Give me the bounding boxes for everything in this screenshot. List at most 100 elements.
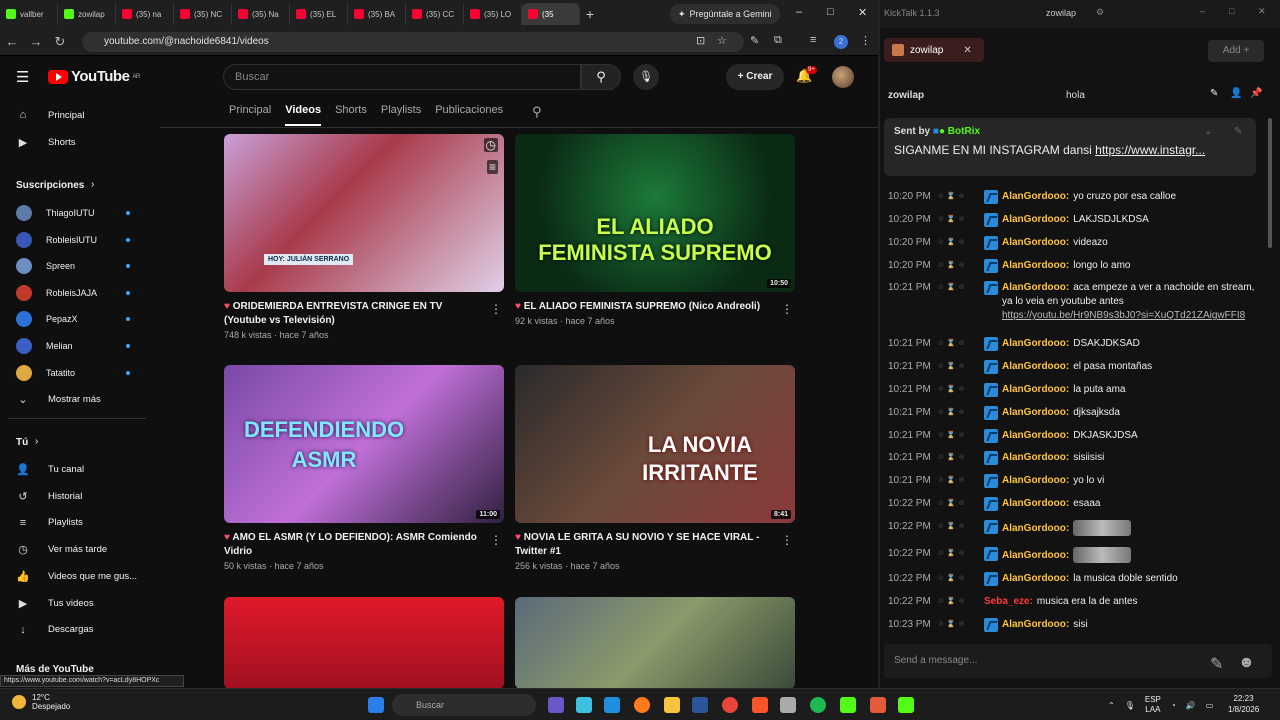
- teams-icon[interactable]: [548, 697, 564, 713]
- chat-username[interactable]: AlanGordooo:: [1002, 191, 1069, 202]
- subscription-item[interactable]: RobleisJAJA: [16, 284, 146, 301]
- channel-tab-zowilap[interactable]: zowilap ✕: [884, 38, 984, 62]
- sidebar-item-you[interactable]: ▶ Tus videos: [16, 597, 146, 610]
- back-icon[interactable]: ←: [0, 34, 24, 49]
- taskbar-search[interactable]: Buscar: [392, 694, 536, 716]
- gemini-button[interactable]: ✦ Pregúntale a Gemini: [670, 4, 780, 24]
- message-tools-icon[interactable]: ⊘⌛⊕: [938, 281, 984, 295]
- spotify-icon[interactable]: [810, 697, 826, 713]
- chat-username[interactable]: AlanGordooo:: [1002, 361, 1069, 372]
- minimize-window-icon[interactable]: –: [796, 6, 802, 18]
- video-title[interactable]: ♥ AMO EL ASMR (Y LO DEFIENDO): ASMR Comi…: [224, 531, 504, 559]
- message-tools-icon[interactable]: ⊘⌛⊕: [938, 337, 984, 351]
- message-tools-icon[interactable]: ⊘⌛⊕: [938, 429, 984, 443]
- video-thumbnail[interactable]: HOY: JULIÁN SERRANO ◷ ≡: [224, 134, 504, 292]
- edge-icon[interactable]: [604, 697, 620, 713]
- word-icon[interactable]: [692, 697, 708, 713]
- message-tools-icon[interactable]: ⊘⌛⊕: [938, 520, 984, 534]
- browser-tab[interactable]: zowilap: [58, 3, 116, 25]
- maximize-icon[interactable]: □: [1229, 6, 1234, 16]
- chat-username[interactable]: AlanGordooo:: [1002, 498, 1069, 509]
- subscription-item[interactable]: Tatatito: [16, 364, 146, 381]
- extension-kick-icon[interactable]: ✎: [750, 34, 759, 47]
- chat-username[interactable]: AlanGordooo:: [1002, 237, 1069, 248]
- new-tab-icon[interactable]: +: [580, 6, 600, 22]
- install-icon[interactable]: ⊡: [696, 34, 705, 47]
- message-tools-icon[interactable]: ⊘⌛⊕: [938, 213, 984, 227]
- browser-tab[interactable]: (35) NC: [174, 3, 232, 25]
- message-tools-icon[interactable]: ⊘⌛⊕: [938, 236, 984, 250]
- browser-tab[interactable]: (35) EL: [290, 3, 348, 25]
- chat-username[interactable]: AlanGordooo:: [1002, 475, 1069, 486]
- video-thumbnail[interactable]: [515, 597, 795, 688]
- create-button[interactable]: + Crear: [726, 64, 784, 90]
- video-title[interactable]: ♥ ORIDEMIERDA ENTREVISTA CRINGE EN TV (Y…: [224, 300, 504, 328]
- video-card[interactable]: DEFENDIENDO ASMR 11:00 ♥ AMO EL ASMR (Y LO…: [224, 365, 504, 571]
- subscription-item[interactable]: RobleisIUTU: [16, 231, 146, 248]
- browser-tab[interactable]: (35) BA: [348, 3, 406, 25]
- sidebar-item-you[interactable]: ↺ Historial: [16, 490, 146, 503]
- media-icon[interactable]: ≡: [810, 34, 816, 46]
- chat-link[interactable]: https://youtu.be/Hr9NB9s3bJ0?si=XuQTd21Z…: [1002, 310, 1245, 321]
- chat-username[interactable]: AlanGordooo:: [1002, 214, 1069, 225]
- minimize-icon[interactable]: –: [1200, 6, 1205, 16]
- browser-tab[interactable]: (35) Na: [232, 3, 290, 25]
- emoji-icon[interactable]: ☻: [1238, 654, 1255, 672]
- app-icon[interactable]: [780, 697, 796, 713]
- video-options-kebab-icon[interactable]: ⋮: [781, 533, 793, 547]
- video-title[interactable]: ♥ EL ALIADO FEMINISTA SUPREMO (Nico Andr…: [515, 300, 795, 314]
- chat-username[interactable]: AlanGordooo:: [1002, 573, 1069, 584]
- message-tools-icon[interactable]: ⊘⌛⊕: [938, 497, 984, 511]
- sidebar-item-you[interactable]: 👍 Videos que me gus...: [16, 570, 146, 583]
- voice-search-button[interactable]: 🎙: [633, 64, 659, 90]
- menu-kebab-icon[interactable]: ⋮: [860, 34, 871, 47]
- you-header[interactable]: Tú: [16, 437, 28, 448]
- channel-tab-shorts[interactable]: Shorts: [335, 104, 367, 126]
- browser-tab[interactable]: vallber: [0, 3, 58, 25]
- video-card[interactable]: [224, 597, 504, 688]
- address-bar[interactable]: youtube.com/@nachoide6841/videos: [82, 32, 744, 52]
- message-tools-icon[interactable]: ⊘⌛⊕: [938, 618, 984, 632]
- reload-icon[interactable]: ↻: [48, 34, 72, 50]
- show-more-button[interactable]: ⌄ Mostrar más: [16, 393, 146, 406]
- copilot-icon[interactable]: [576, 697, 592, 713]
- message-tools-icon[interactable]: ⊘⌛⊕: [938, 474, 984, 488]
- chat-username[interactable]: AlanGordooo:: [1002, 338, 1069, 349]
- video-card[interactable]: EL ALIADO FEMINISTA SUPREMO 10:50 ♥ EL ALI…: [515, 134, 795, 326]
- chat-username[interactable]: AlanGordooo:: [1002, 384, 1069, 395]
- chat-username[interactable]: AlanGordooo:: [1002, 407, 1069, 418]
- channel-search-icon[interactable]: ⚲: [532, 104, 542, 120]
- message-tools-icon[interactable]: ⊘⌛⊕: [938, 360, 984, 374]
- message-tools-icon[interactable]: ⊘⌛⊕: [938, 451, 984, 465]
- weather-widget[interactable]: 12°C Despejado: [12, 693, 70, 711]
- unpin-icon[interactable]: ✎: [1234, 126, 1242, 137]
- profile-badge[interactable]: 2: [834, 35, 848, 49]
- sidebar-item-shorts[interactable]: ▶ Shorts: [16, 136, 146, 149]
- sidebar-item-you[interactable]: 👤 Tu canal: [16, 463, 146, 476]
- pinned-link[interactable]: https://www.instagr...: [1095, 143, 1205, 157]
- sidebar-item-you[interactable]: ◷ Ver más tarde: [16, 543, 146, 556]
- pin-icon[interactable]: 📌: [1250, 88, 1262, 99]
- user-avatar[interactable]: [832, 66, 854, 88]
- video-options-kebab-icon[interactable]: ⋮: [781, 302, 793, 316]
- brave-icon[interactable]: [752, 697, 768, 713]
- add-channel-button[interactable]: Add +: [1208, 40, 1264, 62]
- microphone-icon[interactable]: 🎙: [1125, 701, 1135, 710]
- chat-username[interactable]: AlanGordooo:: [1002, 260, 1069, 271]
- volume-icon[interactable]: 🔊: [1186, 701, 1196, 710]
- bookmark-star-icon[interactable]: ☆: [717, 34, 727, 47]
- video-thumbnail[interactable]: DEFENDIENDO ASMR 11:00: [224, 365, 504, 523]
- clock[interactable]: 22:23 1/8/2026: [1228, 693, 1259, 715]
- add-to-queue-icon[interactable]: ≡: [486, 160, 498, 174]
- subscription-item[interactable]: ThiagoIUTU: [16, 205, 146, 221]
- message-tools-icon[interactable]: ⊘⌛⊕: [938, 572, 984, 586]
- message-tools-icon[interactable]: ⊘⌛⊕: [938, 190, 984, 204]
- user-icon[interactable]: 👤: [1230, 88, 1242, 99]
- video-card[interactable]: [515, 597, 795, 688]
- browser-tab[interactable]: (35) na: [116, 3, 174, 25]
- close-tab-icon[interactable]: ✕: [963, 45, 971, 56]
- sidebar-item-you[interactable]: ↓ Descargas: [16, 624, 146, 636]
- language-indicator[interactable]: ESP LAA: [1145, 695, 1161, 715]
- search-input[interactable]: Buscar: [223, 64, 581, 90]
- file-explorer-icon[interactable]: [664, 697, 680, 713]
